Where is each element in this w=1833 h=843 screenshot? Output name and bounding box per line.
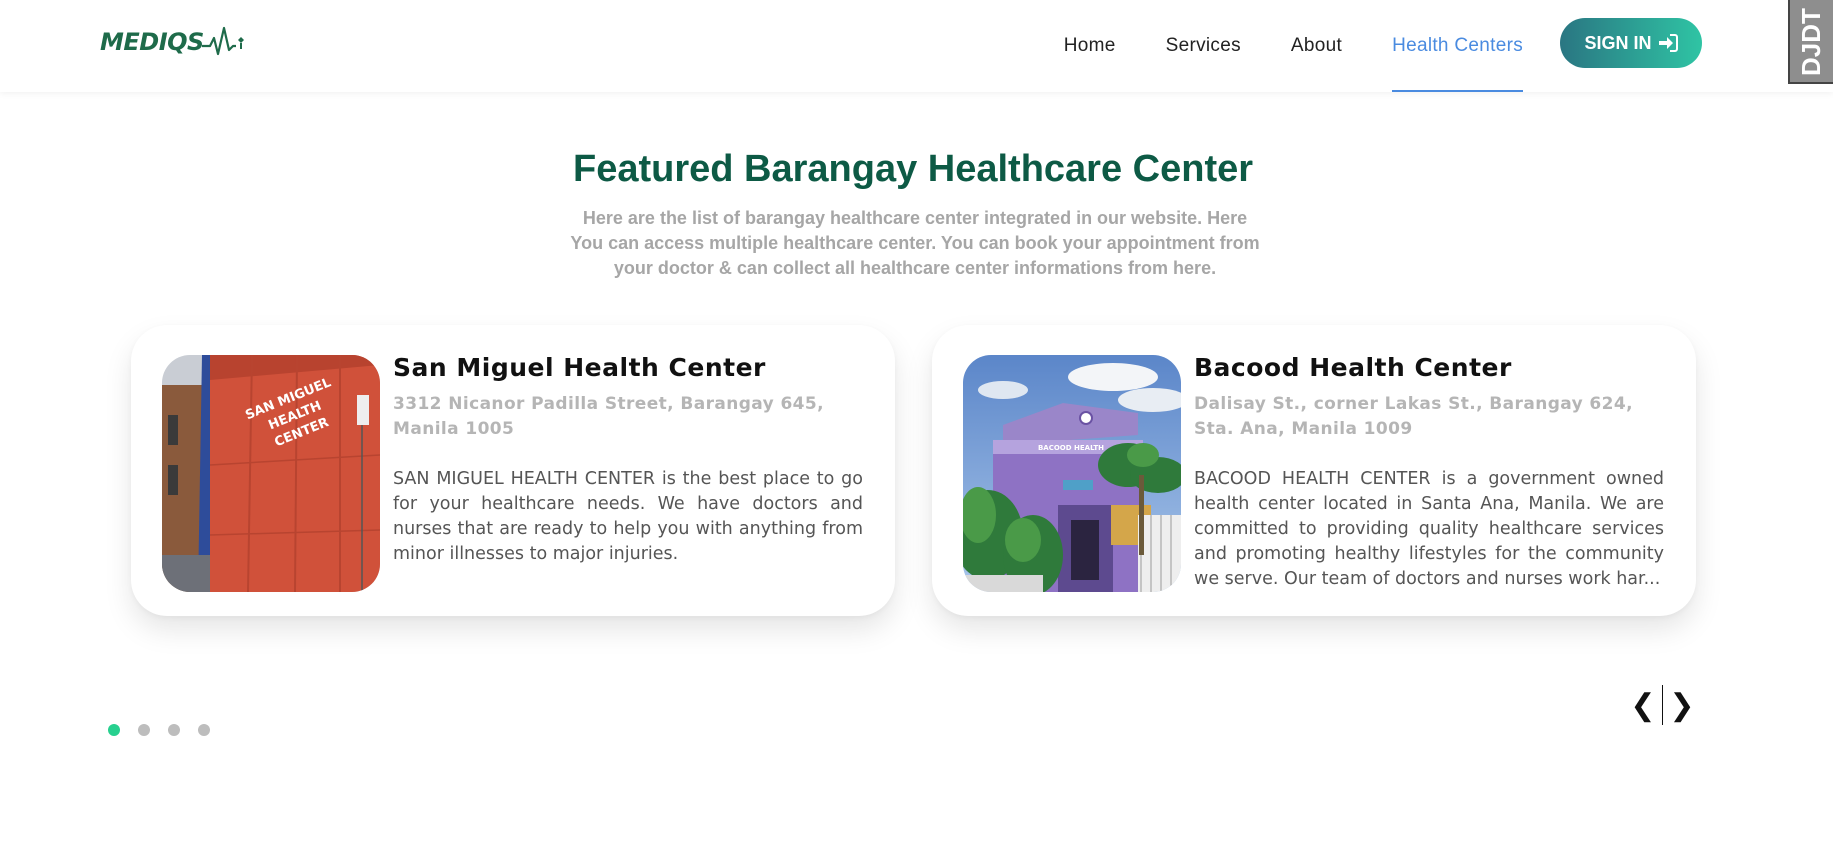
health-center-photo: BACOOD HEALTH: [963, 355, 1181, 592]
carousel-dot[interactable]: [198, 724, 210, 736]
prev-arrow-icon[interactable]: ❮: [1628, 688, 1658, 723]
card-body: San Miguel Health Center 3312 Nicanor Pa…: [393, 353, 863, 592]
site-header: MEDIQS Home Services About Health Center…: [0, 0, 1833, 92]
next-arrow-icon[interactable]: ❯: [1667, 688, 1697, 723]
carousel-pagination: [108, 724, 228, 736]
center-address: Dalisay St., corner Lakas St., Barangay …: [1194, 394, 1633, 439]
building-sign: BACOOD HEALTH: [1038, 444, 1104, 452]
main-nav: Home Services About Health Centers: [1014, 0, 1523, 92]
center-description: SAN MIGUEL HEALTH CENTER is the best pla…: [393, 469, 863, 564]
san-miguel-building-image: SAN MIGUEL HEALTH CENTER: [162, 355, 380, 592]
carousel-arrows: ❮ ❯: [1628, 685, 1697, 725]
carousel-dot[interactable]: [108, 724, 120, 736]
card-body: Bacood Health Center Dalisay St., corner…: [1194, 353, 1664, 592]
center-description: BACOOD HEALTH CENTER is a government own…: [1194, 469, 1664, 589]
carousel-dot[interactable]: [138, 724, 150, 736]
arrow-divider: [1662, 685, 1663, 725]
debug-toolbar-label: DJDT: [1796, 8, 1826, 76]
bacood-building-image: BACOOD HEALTH: [963, 355, 1181, 592]
debug-toolbar-toggle[interactable]: DJDT: [1788, 0, 1833, 84]
sign-in-icon: [1658, 34, 1678, 52]
carousel-edge-fade: [1722, 318, 1728, 668]
section-subtitle: Here are the list of barangay healthcare…: [570, 208, 1260, 278]
health-center-card[interactable]: SAN MIGUEL HEALTH CENTER San Miguel Heal…: [131, 325, 895, 616]
nav-health-centers[interactable]: Health Centers: [1392, 0, 1523, 92]
heartbeat-icon: [201, 26, 244, 56]
nav-about[interactable]: About: [1291, 0, 1342, 92]
logo-text: MEDIQS: [100, 28, 204, 56]
center-address: 3312 Nicanor Padilla Street, Barangay 64…: [393, 394, 825, 439]
sign-in-label: SIGN IN: [1584, 32, 1652, 53]
section-title: Featured Barangay Healthcare Center: [572, 148, 1254, 190]
health-center-card[interactable]: BACOOD HEALTH Bacood Health Center Dalis…: [932, 325, 1696, 616]
nav-services[interactable]: Services: [1166, 0, 1241, 92]
center-name[interactable]: San Miguel Health Center: [393, 353, 863, 382]
carousel-dot[interactable]: [168, 724, 180, 736]
health-center-photo: SAN MIGUEL HEALTH CENTER: [162, 355, 380, 592]
nav-home[interactable]: Home: [1064, 0, 1116, 92]
sign-in-button[interactable]: SIGN IN: [1560, 18, 1702, 68]
logo[interactable]: MEDIQS: [100, 24, 248, 60]
center-name[interactable]: Bacood Health Center: [1194, 353, 1664, 382]
